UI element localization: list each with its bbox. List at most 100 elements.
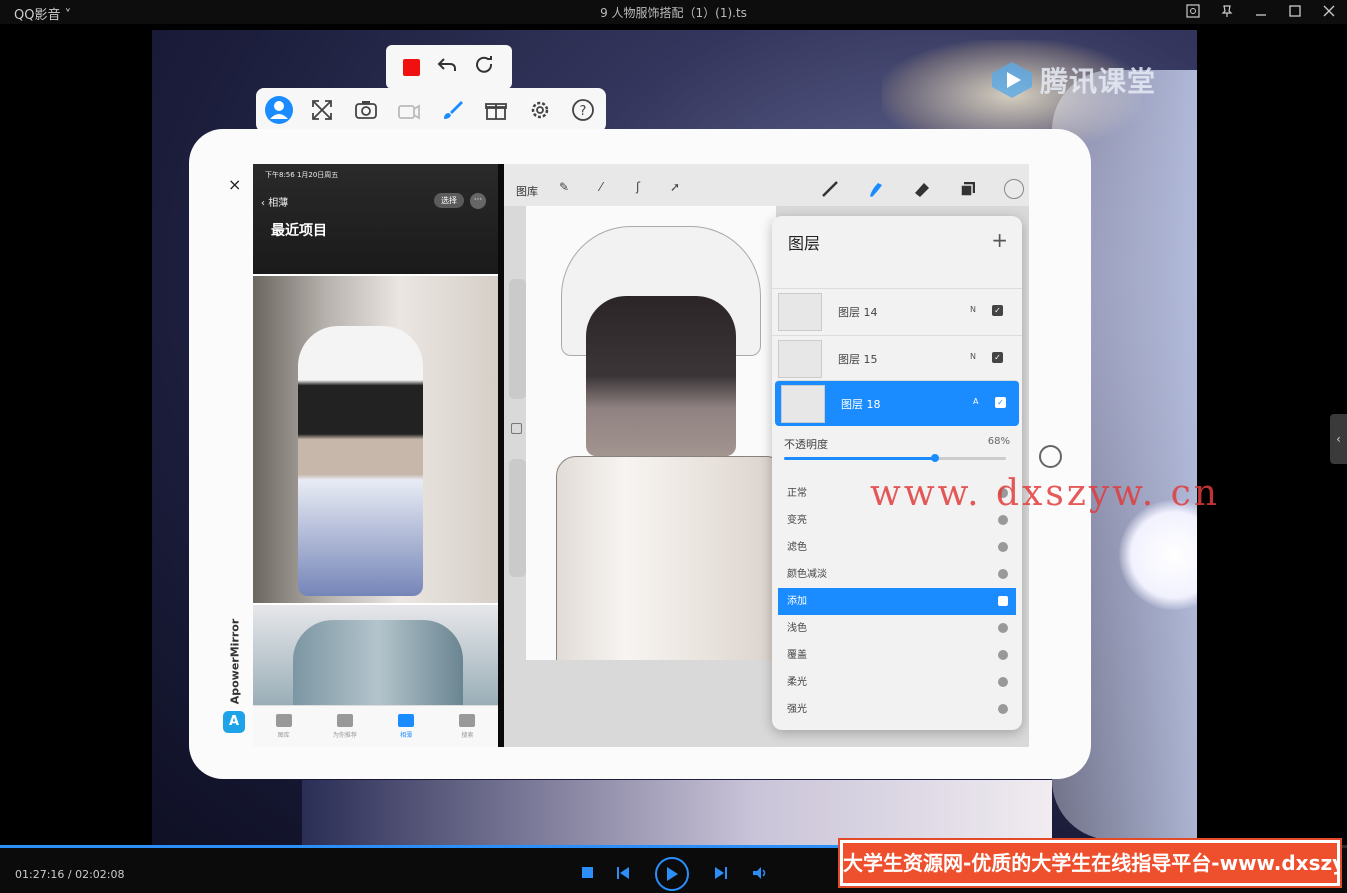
side-panel-toggle[interactable]: ‹ (1330, 414, 1347, 464)
pin-icon[interactable] (1219, 2, 1235, 20)
mirror-toolbar: ? (256, 88, 606, 132)
procreate-actions: ✎ ⁄ ʃ ➚ (556, 180, 683, 196)
site-banner: 大学生资源网-优质的大学生在线指导平台-www.dxszyw.cn (838, 838, 1342, 888)
search-icon (459, 714, 476, 727)
play-button[interactable] (655, 857, 689, 891)
blend-mode-list: 正常 变亮 滤色 颜色减淡 添加 浅色 覆盖 柔光 强光 (772, 480, 1022, 723)
screenshot-icon[interactable] (1185, 2, 1201, 20)
gallery-button[interactable]: 图库 (516, 183, 538, 199)
minimize-icon[interactable] (1253, 2, 1269, 20)
layer-visibility-checkbox[interactable]: ✓ (992, 305, 1003, 316)
reference-dress (298, 326, 423, 596)
mirror-close-icon[interactable]: × (228, 175, 241, 194)
procreate-app: 图库 ✎ ⁄ ʃ ➚ 图层 + 图层 14 N ✓ 图层 15 N ✓ 图层 1… (504, 164, 1029, 747)
drawing-corset (586, 296, 736, 456)
layer-blend-mode[interactable]: N (970, 352, 976, 361)
volume-icon[interactable] (752, 866, 768, 880)
previous-button[interactable] (616, 866, 630, 880)
layer-visibility-checkbox[interactable]: ✓ (995, 397, 1006, 408)
blend-mode-item[interactable]: 浅色 (772, 615, 1022, 642)
site-banner-text: 大学生资源网-优质的大学生在线指导平台-www.dxszyw.cn (843, 843, 1337, 883)
blend-mode-item[interactable]: 覆盖 (772, 642, 1022, 669)
album-title: 最近项目 (271, 223, 327, 239)
brush-size-slider[interactable] (509, 279, 526, 399)
record-video-icon[interactable] (394, 95, 424, 125)
apowermirror-logo-icon: A (223, 711, 245, 733)
back-label: 相薄 (268, 198, 289, 209)
layers-title: 图层 (788, 234, 821, 253)
window-controls (1185, 2, 1337, 20)
home-button[interactable] (1039, 445, 1062, 468)
tab-library[interactable]: 图库 (253, 706, 314, 747)
blend-mode-item[interactable]: 添加 (778, 588, 1016, 615)
blend-mode-label: 柔光 (787, 677, 807, 688)
for-you-icon (336, 714, 353, 727)
blend-mode-item[interactable]: 滤色 (772, 534, 1022, 561)
eraser-tool-icon[interactable] (911, 178, 933, 200)
back-button[interactable]: ‹ 相薄 (261, 194, 288, 209)
reference-photo[interactable] (253, 276, 498, 603)
select-button[interactable]: 选择 (434, 193, 464, 208)
layer-row-selected[interactable]: 图层 18 A ✓ (775, 380, 1019, 426)
tab-albums[interactable]: 相薄 (376, 706, 437, 747)
stop-recording-button[interactable] (402, 58, 420, 76)
fullscreen-icon[interactable] (307, 95, 337, 125)
settings-gear-icon[interactable] (525, 95, 555, 125)
ipad-screen: 下午8:56 1月20日周五 ‹ 相薄 选择 ··· 最近项目 图库 为你推荐 … (253, 164, 1029, 747)
next-button[interactable] (714, 866, 728, 880)
opacity-slider[interactable] (509, 459, 526, 577)
magic-wand-icon[interactable]: ⁄ (593, 180, 609, 196)
selection-icon[interactable]: ʃ (630, 180, 646, 196)
tencent-classroom-brand: 腾讯课堂 (990, 60, 1156, 100)
brush-icon[interactable] (438, 95, 468, 125)
procreate-sidebar (506, 279, 526, 579)
add-layer-button[interactable]: + (991, 228, 1008, 252)
layer-row[interactable]: 图层 14 N ✓ (772, 288, 1022, 334)
layer-row[interactable]: 图层 15 N ✓ (772, 335, 1022, 381)
blend-mode-icon (998, 515, 1008, 525)
gift-icon[interactable] (481, 95, 511, 125)
blend-mode-item[interactable]: 柔光 (772, 669, 1022, 696)
layers-icon[interactable] (957, 178, 979, 200)
layer-name: 图层 18 (841, 398, 881, 411)
layer-opacity-slider[interactable] (784, 454, 1006, 462)
stop-button[interactable] (582, 867, 594, 879)
color-picker-button[interactable] (1003, 178, 1025, 200)
modify-button[interactable] (511, 423, 522, 434)
playback-time: 01:27:16 / 02:02:08 (15, 868, 125, 881)
camera-icon[interactable] (351, 95, 381, 125)
layer-name: 图层 14 (838, 306, 878, 319)
tab-label: 相薄 (400, 732, 413, 739)
site-watermark: www. dxszyw. cn (870, 473, 1220, 514)
title-bar: QQ影音 ˅ 9 人物服饰搭配（1）(1).ts (0, 0, 1347, 24)
tab-for-you[interactable]: 为你推荐 (314, 706, 375, 747)
blend-mode-label: 强光 (787, 704, 807, 715)
layer-blend-mode[interactable]: N (970, 305, 976, 314)
blend-mode-label: 颜色减淡 (787, 569, 827, 580)
maximize-icon[interactable] (1287, 2, 1303, 20)
smudge-tool-icon[interactable] (865, 178, 887, 200)
brush-tool-icon[interactable] (819, 178, 841, 200)
more-button[interactable]: ··· (470, 193, 486, 209)
layer-visibility-checkbox[interactable]: ✓ (992, 352, 1003, 363)
procreate-tools (819, 178, 1025, 200)
opacity-slider-fill (784, 457, 935, 460)
tab-label: 搜索 (461, 732, 474, 739)
blend-mode-item[interactable]: 强光 (772, 696, 1022, 723)
transform-arrow-icon[interactable]: ➚ (667, 180, 683, 196)
reference-photo[interactable] (253, 605, 498, 705)
close-icon[interactable] (1321, 2, 1337, 20)
opacity-slider-knob[interactable] (930, 454, 939, 462)
help-icon[interactable]: ? (568, 95, 598, 125)
drawing-canvas[interactable] (526, 206, 776, 660)
drawing-skirt (556, 456, 776, 660)
wrench-icon[interactable]: ✎ (556, 180, 572, 196)
blend-mode-item[interactable]: 颜色减淡 (772, 561, 1022, 588)
redo-icon[interactable] (475, 55, 495, 79)
undo-icon[interactable] (437, 56, 457, 78)
layer-blend-mode[interactable]: A (973, 397, 978, 406)
user-avatar-icon[interactable] (264, 95, 294, 125)
library-icon (275, 714, 292, 727)
tab-search[interactable]: 搜索 (437, 706, 498, 747)
photo-header-image (253, 164, 498, 274)
